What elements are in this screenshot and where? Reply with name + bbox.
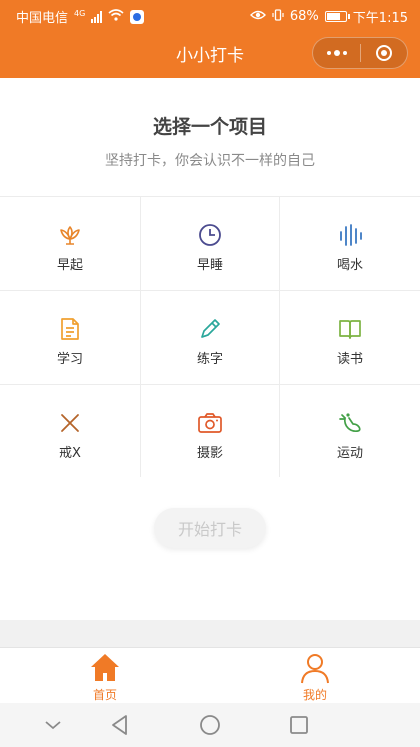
running-shoe-icon [337, 410, 363, 436]
system-nav-bar [0, 703, 420, 747]
document-icon [57, 316, 83, 342]
project-label: 摄影 [196, 446, 223, 461]
project-grid: 早起 早睡 喝水 学习 练字 读书 戒X 摄影 运动 [0, 196, 420, 477]
app-notification-icon [130, 9, 145, 24]
tab-bar: 首页 我的 [0, 647, 420, 703]
lotus-icon [57, 222, 83, 248]
project-label: 学习 [56, 352, 83, 367]
project-label: 早起 [56, 258, 83, 273]
water-bars-icon [337, 222, 363, 248]
user-icon [298, 651, 332, 685]
more-dots-icon[interactable] [313, 38, 360, 68]
home-icon [88, 651, 122, 685]
project-item-photography[interactable]: 摄影 [140, 384, 280, 477]
start-checkin-button[interactable]: 开始打卡 [154, 508, 266, 548]
nav-bar: 小小打卡 [0, 30, 420, 78]
subtitle: 坚持打卡，你会认识不一样的自己 [105, 153, 315, 169]
project-item-quit-x[interactable]: 戒X [0, 384, 140, 477]
project-label: 戒X [59, 446, 81, 461]
clock-icon [197, 222, 223, 248]
clock-time: 下午1:15 [352, 11, 408, 26]
eye-icon [249, 9, 266, 25]
project-label: 练字 [196, 352, 223, 367]
chevron-down-icon[interactable] [41, 713, 65, 737]
signal-icon [91, 10, 103, 23]
project-label: 喝水 [336, 258, 363, 273]
wifi-icon [108, 8, 124, 25]
headline: 选择一个项目 [152, 116, 267, 138]
book-icon [337, 316, 363, 342]
tab-label: 我的 [302, 688, 327, 702]
tab-label: 首页 [92, 688, 117, 702]
target-close-icon[interactable] [361, 38, 407, 68]
vibrate-icon [272, 8, 284, 25]
main-content: 选择一个项目 坚持打卡，你会认识不一样的自己 早起 早睡 喝水 学习 练字 读书… [0, 78, 420, 620]
mini-program-capsule [312, 37, 408, 69]
project-item-study[interactable]: 学习 [0, 290, 140, 384]
tab-me[interactable]: 我的 [285, 651, 345, 703]
status-bar: 中国电信 4G 68% 下午1:15 [0, 0, 420, 30]
carrier-text: 中国电信 [16, 11, 69, 26]
project-label: 读书 [336, 352, 363, 367]
battery-icon [324, 11, 350, 22]
project-label: 运动 [336, 446, 363, 461]
battery-percent: 68% [289, 9, 319, 24]
project-item-exercise[interactable]: 运动 [280, 384, 420, 477]
x-mark-icon [57, 410, 83, 436]
back-triangle-icon[interactable] [108, 713, 132, 737]
home-circle-icon[interactable] [198, 713, 222, 737]
camera-icon [197, 410, 223, 436]
project-label: 早睡 [196, 258, 223, 273]
project-item-calligraphy[interactable]: 练字 [140, 290, 280, 384]
tab-home[interactable]: 首页 [75, 651, 135, 703]
project-item-early-sleep[interactable]: 早睡 [140, 196, 280, 290]
network-type: 4G [74, 9, 86, 18]
recents-square-icon[interactable] [287, 713, 311, 737]
pencil-icon [197, 316, 223, 342]
project-item-reading[interactable]: 读书 [280, 290, 420, 384]
project-item-early-rise[interactable]: 早起 [0, 196, 140, 290]
project-item-drink-water[interactable]: 喝水 [280, 196, 420, 290]
